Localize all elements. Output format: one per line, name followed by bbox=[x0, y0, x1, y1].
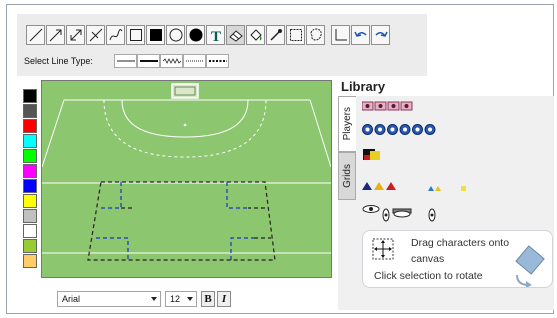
hollow-square-tool-button[interactable] bbox=[126, 25, 145, 45]
font-family-select[interactable]: Arial bbox=[57, 291, 161, 307]
font-family-value: Arial bbox=[62, 294, 81, 304]
goalkeeper-icon[interactable] bbox=[362, 148, 382, 162]
color-palette bbox=[23, 89, 37, 269]
color-swatch[interactable] bbox=[23, 209, 37, 223]
line-tool-button[interactable] bbox=[26, 25, 45, 45]
line-type-dotted-thick[interactable] bbox=[206, 54, 229, 68]
line-type-label: Select Line Type: bbox=[24, 56, 93, 66]
redo-button[interactable] bbox=[371, 25, 390, 45]
pitch-grass bbox=[42, 81, 331, 277]
font-size-value: 12 bbox=[170, 294, 181, 304]
color-swatch[interactable] bbox=[23, 194, 37, 208]
rectangle-select-tool-icon bbox=[289, 29, 302, 41]
line-type-dotted-thin[interactable] bbox=[183, 54, 206, 68]
line-tool-icon bbox=[29, 28, 42, 42]
help-hint-card: Drag characters onto canvas Click select… bbox=[362, 230, 553, 288]
color-swatch[interactable] bbox=[23, 179, 37, 193]
color-swatch[interactable] bbox=[23, 254, 37, 268]
corner-tool-button[interactable] bbox=[331, 25, 350, 45]
color-swatch[interactable] bbox=[23, 224, 37, 238]
move-icon bbox=[372, 238, 394, 260]
corner-tool-icon bbox=[335, 29, 347, 41]
arrow-tool-icon bbox=[49, 29, 61, 42]
font-size-select[interactable]: 12 bbox=[165, 291, 197, 307]
drawing-toolbar: T Select Line Type: bbox=[17, 14, 427, 76]
color-swatch[interactable] bbox=[23, 104, 37, 118]
lasso-select-tool-icon bbox=[309, 28, 322, 41]
bold-button[interactable]: B bbox=[201, 291, 215, 307]
rectangle-select-tool-button[interactable] bbox=[286, 25, 305, 45]
undo-icon bbox=[353, 31, 367, 37]
double-arrow-tool-icon bbox=[70, 29, 81, 41]
hint-line-3: Click selection to rotate bbox=[374, 270, 483, 282]
redo-icon bbox=[374, 31, 388, 37]
hint-line-1: Drag characters onto bbox=[411, 237, 510, 249]
library-title: Library bbox=[341, 79, 386, 94]
drawing-canvas[interactable] bbox=[41, 80, 332, 278]
line-type-zigzag[interactable] bbox=[160, 54, 183, 68]
text-tool-button[interactable]: T bbox=[206, 25, 225, 45]
hockey-pitch bbox=[42, 81, 331, 277]
chevron-down-icon bbox=[151, 297, 157, 301]
double-arrow-tool-button[interactable] bbox=[66, 25, 85, 45]
tab-players[interactable]: Players bbox=[338, 96, 356, 152]
crossed-line-tool-icon bbox=[89, 28, 102, 42]
filled-square-tool-icon bbox=[149, 29, 162, 41]
rotate-icon bbox=[515, 245, 545, 287]
fill-bucket-tool-button[interactable] bbox=[246, 25, 265, 45]
cone-icons[interactable] bbox=[362, 181, 402, 191]
hint-line-2: canvas bbox=[411, 253, 445, 265]
color-swatch[interactable] bbox=[23, 134, 37, 148]
goal bbox=[171, 83, 199, 99]
color-swatch[interactable] bbox=[23, 89, 37, 103]
italic-button[interactable]: I bbox=[217, 291, 231, 307]
filled-circle-tool-button[interactable] bbox=[186, 25, 205, 45]
tab-grids[interactable]: Grids bbox=[338, 152, 356, 200]
eraser-tool-icon bbox=[228, 30, 243, 42]
fill-bucket-tool-icon bbox=[249, 29, 262, 41]
undo-button[interactable] bbox=[351, 25, 370, 45]
lasso-select-tool-button[interactable] bbox=[306, 25, 325, 45]
line-type-solid-thick[interactable] bbox=[137, 54, 160, 68]
svg-text:T: T bbox=[210, 29, 220, 43]
arrow-tool-button[interactable] bbox=[46, 25, 65, 45]
player-jersey-row[interactable] bbox=[362, 101, 414, 111]
chevron-down-icon bbox=[187, 297, 193, 301]
text-tool-icon: T bbox=[210, 29, 220, 43]
small-markers[interactable] bbox=[428, 184, 468, 192]
filled-square-tool-button[interactable] bbox=[146, 25, 165, 45]
color-swatch[interactable] bbox=[23, 119, 37, 133]
equipment-icons[interactable] bbox=[362, 203, 442, 223]
color-swatch[interactable] bbox=[23, 149, 37, 163]
crossed-line-tool-button[interactable] bbox=[86, 25, 105, 45]
freehand-tool-button[interactable] bbox=[106, 25, 125, 45]
eyedropper-tool-button[interactable] bbox=[266, 25, 285, 45]
hollow-circle-tool-button[interactable] bbox=[166, 25, 185, 45]
eraser-tool-button[interactable] bbox=[226, 25, 245, 45]
eyedropper-tool-icon bbox=[269, 29, 282, 41]
hollow-square-tool-icon bbox=[129, 29, 142, 41]
color-swatch[interactable] bbox=[23, 239, 37, 253]
line-type-solid-thin[interactable] bbox=[114, 54, 137, 68]
player-token-row[interactable] bbox=[362, 124, 438, 135]
freehand-curve-tool-icon bbox=[109, 29, 122, 41]
filled-circle-tool-icon bbox=[189, 28, 202, 42]
color-swatch[interactable] bbox=[23, 164, 37, 178]
hollow-circle-tool-icon bbox=[169, 28, 182, 42]
